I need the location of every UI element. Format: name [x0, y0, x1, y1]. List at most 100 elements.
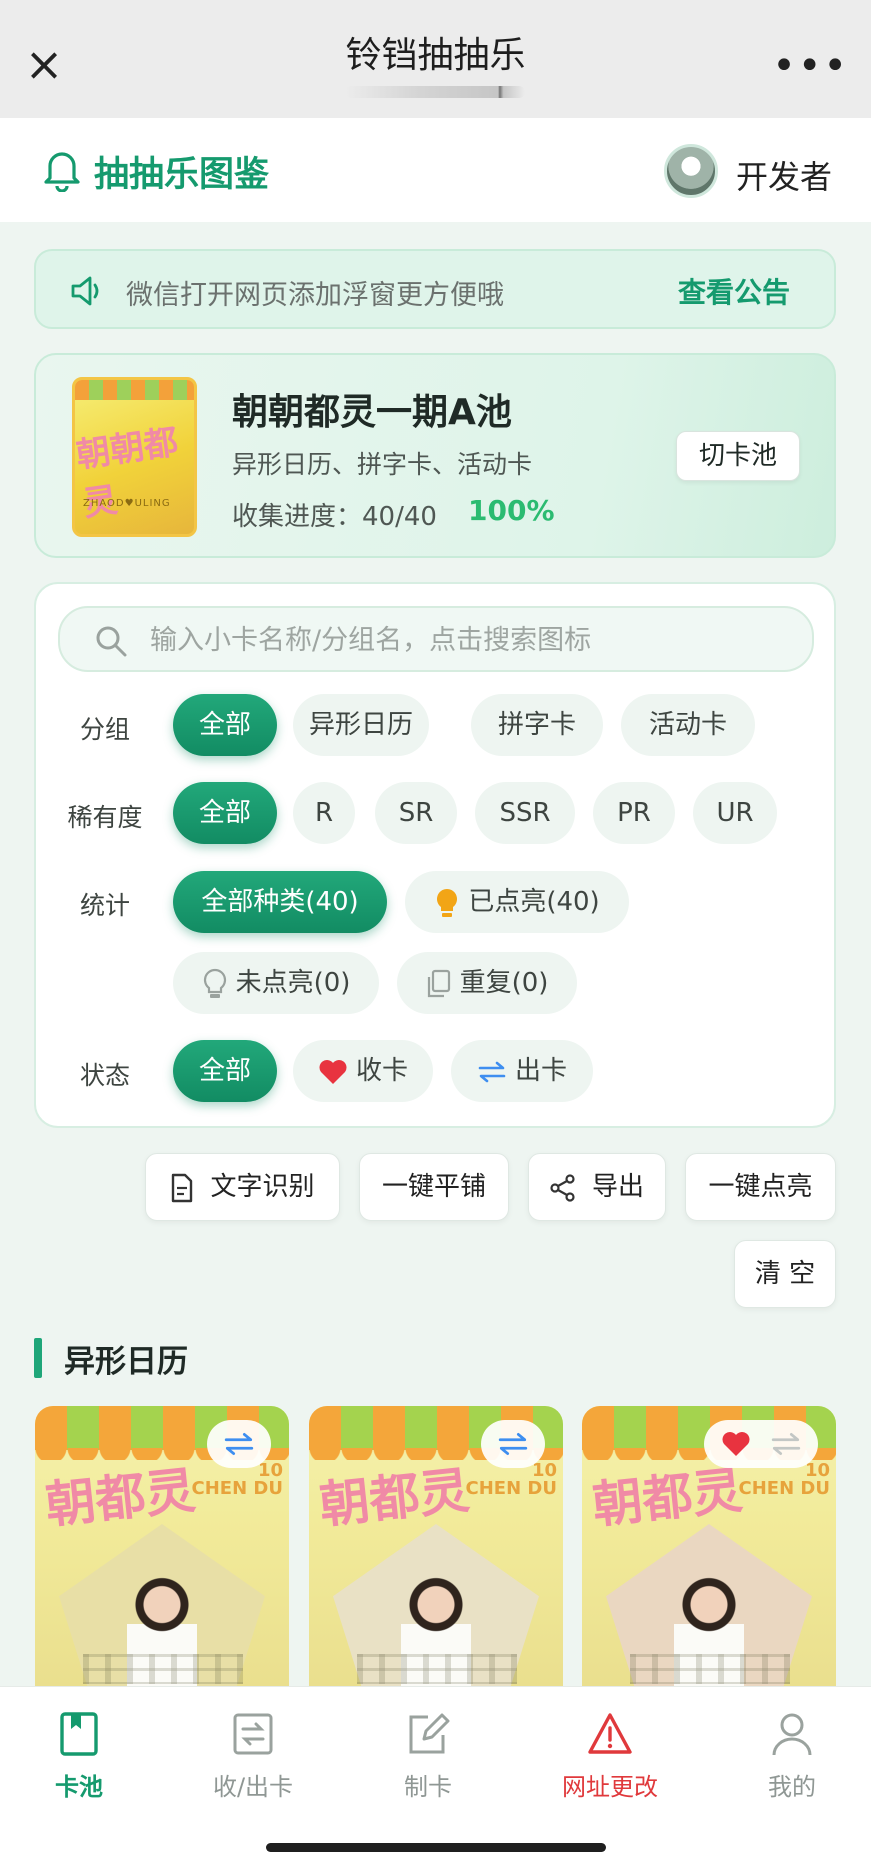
card-script: 朝都灵	[42, 1460, 199, 1535]
card-badge	[207, 1420, 271, 1468]
cover-awning	[75, 380, 194, 400]
exchange-icon	[233, 1713, 273, 1755]
stats-chip-unlit-label: 未点亮(0)	[235, 968, 351, 998]
stats-label: 统计	[79, 891, 130, 920]
swap-icon[interactable]	[770, 1431, 802, 1457]
card-item[interactable]: 朝都灵 10 CHEN DU	[35, 1406, 289, 1686]
tab-label: 卡池	[55, 1773, 103, 1801]
card-calendar	[83, 1654, 243, 1684]
pool-percent: 100%	[468, 494, 555, 527]
bookmark-icon	[60, 1712, 98, 1756]
tab-url-change[interactable]: 网址更改	[540, 1711, 680, 1802]
heart-icon[interactable]	[720, 1430, 752, 1458]
group-chip-calendar[interactable]: 异形日历	[293, 694, 429, 756]
light-all-button[interactable]: 一键点亮	[685, 1153, 836, 1221]
window-title: 铃铛抽抽乐	[345, 35, 526, 76]
search-box	[58, 606, 814, 672]
rarity-chip-ur[interactable]: UR	[693, 782, 777, 844]
group-chip-word[interactable]: 拼字卡	[471, 694, 603, 756]
bulb-unlit-icon	[203, 968, 226, 998]
rarity-chip-pr[interactable]: PR	[593, 782, 675, 844]
tab-label: 制卡	[404, 1773, 452, 1801]
notice-banner: 微信打开网页添加浮窗更方便哦 查看公告	[34, 249, 836, 329]
status-chip-offer-label: 出卡	[514, 1056, 567, 1086]
edit-icon	[409, 1713, 450, 1754]
filter-panel: 分组 全部 异形日历 拼字卡 活动卡 稀有度 全部 R SR SSR PR UR…	[34, 582, 836, 1128]
status-chip-offer[interactable]: 出卡	[451, 1040, 593, 1102]
section-title-text: 异形日历	[64, 1344, 188, 1380]
card-badge	[704, 1420, 818, 1468]
more-icon[interactable]: •••	[772, 44, 849, 88]
tab-label: 收/出卡	[212, 1773, 294, 1801]
cover-subtitle: ZHAOD♥ULING	[83, 498, 171, 509]
card-calendar	[630, 1654, 790, 1684]
export-button-label: 导出	[591, 1172, 644, 1202]
avatar[interactable]	[664, 144, 718, 198]
swap-icon[interactable]	[223, 1431, 255, 1457]
speaker-icon	[71, 276, 99, 306]
tab-card-pool[interactable]: 卡池	[9, 1711, 149, 1802]
brand-title: 抽抽乐图鉴	[94, 155, 270, 195]
user-icon	[772, 1713, 812, 1756]
home-indicator	[266, 1843, 606, 1852]
tab-label: 我的	[768, 1773, 816, 1801]
pool-name: 朝朝都灵一期A池	[232, 392, 512, 433]
tab-mine[interactable]: 我的	[722, 1711, 862, 1802]
tab-label: 网址更改	[562, 1773, 658, 1801]
stats-chip-unlit[interactable]: 未点亮(0)	[173, 952, 379, 1014]
bulb-lit-icon	[437, 888, 458, 917]
card-calendar	[357, 1654, 517, 1684]
export-button[interactable]: 导出	[528, 1153, 666, 1221]
status-chip-want[interactable]: 收卡	[293, 1040, 433, 1102]
switch-pool-button[interactable]: 切卡池	[676, 431, 800, 481]
status-label: 状态	[79, 1061, 130, 1090]
stats-chip-duplicate-label: 重复(0)	[459, 968, 549, 998]
stats-chip-lit[interactable]: 已点亮(40)	[405, 871, 629, 933]
group-chip-event[interactable]: 活动卡	[621, 694, 755, 756]
share-icon	[550, 1173, 575, 1202]
stats-chip-duplicate[interactable]: 重复(0)	[397, 952, 577, 1014]
card-pool-panel: 朝朝都灵 ZHAOD♥ULING 朝朝都灵一期A池 异形日历、拼字卡、活动卡 收…	[34, 353, 836, 558]
search-input[interactable]	[150, 618, 790, 662]
notice-text: 微信打开网页添加浮窗更方便哦	[126, 280, 504, 311]
tab-make-card[interactable]: 制卡	[358, 1711, 498, 1802]
rarity-chip-r[interactable]: R	[293, 782, 355, 844]
tab-exchange[interactable]: 收/出卡	[183, 1711, 323, 1802]
ocr-button-label: 文字识别	[210, 1172, 315, 1202]
rarity-label: 稀有度	[67, 803, 143, 832]
stats-chip-all[interactable]: 全部种类(40)	[173, 871, 387, 933]
status-chip-want-label: 收卡	[355, 1056, 408, 1086]
ocr-button[interactable]: 文字识别	[145, 1153, 340, 1221]
view-announcement-link[interactable]: 查看公告	[678, 271, 790, 311]
clear-button[interactable]: 清 空	[734, 1240, 836, 1308]
bell-icon	[44, 152, 80, 192]
card-item[interactable]: 朝都灵 10 CHEN DU	[582, 1406, 836, 1686]
card-item[interactable]: 朝都灵 10 CHEN DU	[309, 1406, 563, 1686]
heart-icon	[319, 1059, 347, 1084]
search-icon[interactable]	[94, 624, 128, 658]
warning-icon	[588, 1713, 632, 1754]
swap-icon[interactable]	[497, 1431, 529, 1457]
card-badge	[481, 1420, 545, 1468]
pool-progress: 收集进度：40/40	[232, 502, 437, 532]
pool-groups: 异形日历、拼字卡、活动卡	[232, 450, 533, 479]
title-bar: × 铃铛抽抽乐 •••	[0, 0, 871, 118]
status-chip-all[interactable]: 全部	[173, 1040, 277, 1102]
card-script: 朝都灵	[316, 1460, 473, 1535]
group-chip-all[interactable]: 全部	[173, 694, 277, 756]
url-blur	[345, 86, 525, 98]
copy-icon	[427, 969, 450, 997]
bottom-tab-bar: 卡池 收/出卡 制卡 网址更改 我的	[0, 1686, 871, 1862]
swap-icon	[478, 1061, 506, 1082]
rarity-chip-all[interactable]: 全部	[173, 782, 277, 844]
section-accent-bar	[34, 1338, 42, 1378]
tile-all-button[interactable]: 一键平铺	[359, 1153, 509, 1221]
user-name[interactable]: 开发者	[736, 152, 832, 198]
stats-chip-lit-label: 已点亮(40)	[468, 887, 600, 917]
pool-cover-image: 朝朝都灵 ZHAOD♥ULING	[72, 377, 197, 537]
app-header: 抽抽乐图鉴 开发者	[0, 118, 871, 222]
rarity-chip-sr[interactable]: SR	[375, 782, 457, 844]
document-icon	[172, 1173, 193, 1202]
group-label: 分组	[79, 715, 130, 744]
rarity-chip-ssr[interactable]: SSR	[475, 782, 575, 844]
